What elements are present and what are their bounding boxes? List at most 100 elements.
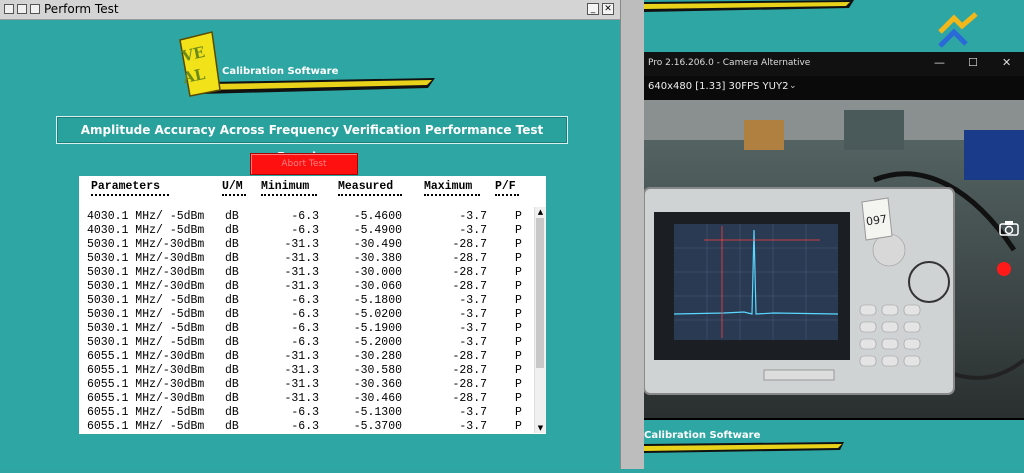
- table-row: 6055.1 MHz/-30dBm dB -31.3 -30.360 -28.7 P: [79, 378, 534, 392]
- table-cell: P: [515, 252, 522, 265]
- table-row: 6055.1 MHz/ -5dBm dB -6.3 -5.1300 -3.7 P: [79, 406, 534, 420]
- column-header-um: U/M: [222, 180, 243, 193]
- results-table: Parameters U/M Minimum Measured Maximum …: [79, 176, 546, 434]
- table-cell: -6.3: [291, 336, 319, 349]
- camera-close-button[interactable]: ✕: [1002, 56, 1011, 69]
- table-cell: 5030.1 MHz/-30dBm: [87, 252, 205, 265]
- table-cell: -3.7: [459, 406, 487, 419]
- restore-icon[interactable]: [17, 4, 27, 14]
- header-underline: [338, 194, 402, 196]
- header-underline: [424, 194, 480, 196]
- table-cell: -30.360: [353, 378, 402, 391]
- window-menu-icon[interactable]: [4, 4, 14, 14]
- camera-toolbar: 640x480 [1.33] 30FPS YUY2 ⌄: [644, 76, 1024, 100]
- record-button[interactable]: [997, 262, 1011, 276]
- table-cell: P: [515, 238, 522, 251]
- table-cell: -28.7: [452, 238, 487, 251]
- background-app-bottom: [644, 420, 1024, 469]
- table-cell: -30.060: [353, 280, 402, 293]
- background-app-top: [644, 0, 1024, 52]
- table-cell: -5.1800: [353, 294, 402, 307]
- table-cell: 4030.1 MHz/ -5dBm: [87, 210, 205, 223]
- perform-test-window: Perform Test _ ✕ VE AL Calibration Softw…: [0, 0, 620, 469]
- table-cell: -28.7: [452, 266, 487, 279]
- table-cell: -5.3700: [353, 420, 402, 433]
- table-cell: -30.580: [353, 364, 402, 377]
- table-cell: -6.3: [291, 406, 319, 419]
- table-cell: -28.7: [452, 378, 487, 391]
- header-underline: [222, 194, 246, 196]
- background-logo-caption: Calibration Software: [644, 430, 761, 441]
- table-cell: -31.3: [284, 350, 319, 363]
- table-cell: -3.7: [459, 420, 487, 433]
- table-cell: -5.0200: [353, 308, 402, 321]
- table-cell: 5030.1 MHz/-30dBm: [87, 266, 205, 279]
- column-header-minimum: Minimum: [261, 180, 310, 193]
- table-cell: -30.000: [353, 266, 402, 279]
- table-cell: 6055.1 MHz/-30dBm: [87, 392, 205, 405]
- camera-maximize-button[interactable]: ☐: [968, 56, 978, 69]
- scroll-down-arrow-icon[interactable]: ▼: [535, 423, 546, 433]
- table-cell: P: [515, 406, 522, 419]
- table-cell: -31.3: [284, 378, 319, 391]
- table-cell: P: [515, 294, 522, 307]
- scroll-thumb[interactable]: [536, 218, 544, 368]
- close-button[interactable]: ✕: [602, 3, 614, 15]
- table-cell: 6055.1 MHz/ -5dBm: [87, 406, 205, 419]
- table-cell: -5.1300: [353, 406, 402, 419]
- minimize-button[interactable]: _: [587, 3, 599, 15]
- table-cell: -5.1900: [353, 322, 402, 335]
- table-cell: 6055.1 MHz/-30dBm: [87, 378, 205, 391]
- table-cell: 5030.1 MHz/ -5dBm: [87, 322, 205, 335]
- table-cell: 6055.1 MHz/-30dBm: [87, 364, 205, 377]
- camera-feed: 097: [644, 100, 1024, 418]
- table-cell: 5030.1 MHz/ -5dBm: [87, 336, 205, 349]
- camera-format-select[interactable]: 640x480 [1.33] 30FPS YUY2: [648, 81, 788, 92]
- scroll-up-arrow-icon[interactable]: ▲: [535, 207, 546, 217]
- background-logo-stripe: [644, 0, 978, 48]
- chevron-down-icon[interactable]: ⌄: [789, 81, 797, 91]
- table-cell: -6.3: [291, 322, 319, 335]
- table-row: 6055.1 MHz/ -5dBm dB -6.3 -5.3700 -3.7 P: [79, 420, 534, 434]
- camera-minimize-button[interactable]: —: [934, 56, 945, 69]
- table-row: 5030.1 MHz/ -5dBm dB -6.3 -5.1800 -3.7 P: [79, 294, 534, 308]
- table-cell: 5030.1 MHz/-30dBm: [87, 280, 205, 293]
- header-underline: [91, 194, 169, 196]
- header-underline: [261, 194, 317, 196]
- table-cell: -31.3: [284, 252, 319, 265]
- table-cell: P: [515, 322, 522, 335]
- table-cell: 4030.1 MHz/ -5dBm: [87, 224, 205, 237]
- background-bottom-stripe: [644, 442, 844, 453]
- logo-caption: Calibration Software: [222, 66, 339, 77]
- table-cell: P: [515, 420, 522, 433]
- results-scrollbar[interactable]: ▲ ▼: [534, 207, 546, 433]
- results-table-header: Parameters U/M Minimum Measured Maximum …: [79, 176, 546, 210]
- table-cell: P: [515, 224, 522, 237]
- table-cell: -30.380: [353, 252, 402, 265]
- column-header-measured: Measured: [338, 180, 394, 193]
- table-cell: 6055.1 MHz/-30dBm: [87, 350, 205, 363]
- table-row: 5030.1 MHz/ -5dBm dB -6.3 -5.2000 -3.7 P: [79, 336, 534, 350]
- table-cell: -6.3: [291, 210, 319, 223]
- table-cell: -28.7: [452, 364, 487, 377]
- abort-test-button[interactable]: Abort Test: [250, 153, 358, 175]
- table-cell: -3.7: [459, 308, 487, 321]
- table-cell: -3.7: [459, 294, 487, 307]
- table-row: 6055.1 MHz/-30dBm dB -31.3 -30.460 -28.7 P: [79, 392, 534, 406]
- camera-snapshot-icon[interactable]: [999, 220, 1019, 236]
- table-row: 4030.1 MHz/ -5dBm dB -6.3 -5.4900 -3.7 P: [79, 224, 534, 238]
- table-cell: -3.7: [459, 322, 487, 335]
- table-cell: -30.460: [353, 392, 402, 405]
- table-cell: -28.7: [452, 280, 487, 293]
- test-status-banner: Amplitude Accuracy Across Frequency Veri…: [56, 116, 568, 164]
- table-cell: -6.3: [291, 420, 319, 433]
- table-cell: P: [515, 308, 522, 321]
- table-cell: P: [515, 266, 522, 279]
- table-cell: 5030.1 MHz/ -5dBm: [87, 294, 205, 307]
- table-cell: P: [515, 392, 522, 405]
- table-cell: -5.4600: [353, 210, 402, 223]
- table-cell: -6.3: [291, 224, 319, 237]
- table-cell: P: [515, 350, 522, 363]
- camera-window: Pro 2.16.206.0 - Camera Alternative — ☐ …: [644, 52, 1024, 420]
- system-icon[interactable]: [30, 4, 40, 14]
